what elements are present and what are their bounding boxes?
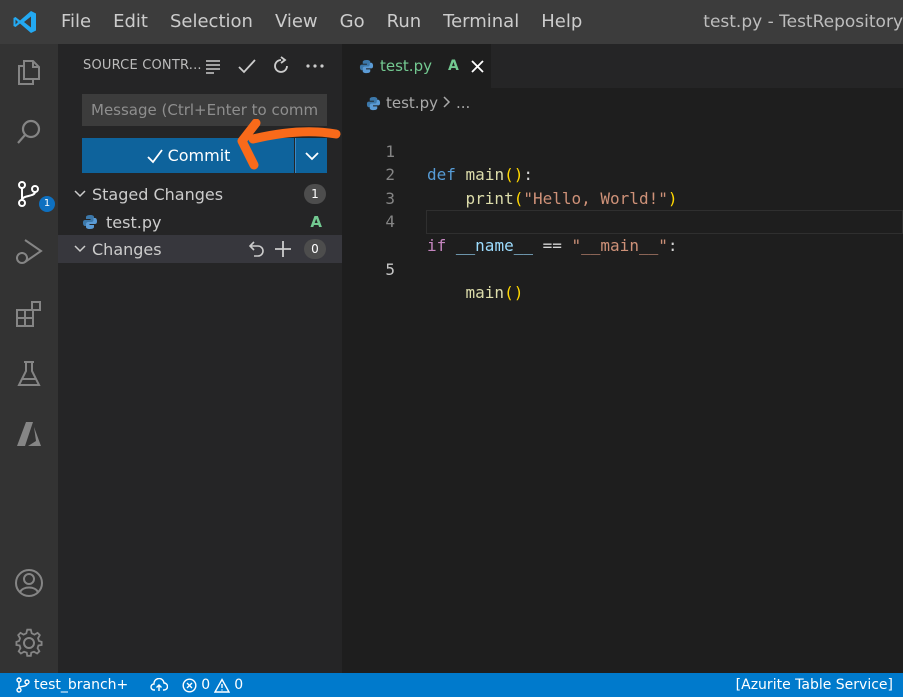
chevron-right-icon [443,94,451,112]
status-bar: test_branch+ 0 0 [Azurite Table Service] [0,673,903,697]
code-line: 3 [342,163,903,208]
activity-bar: 1 [0,44,58,673]
branch-name: test_branch+ [34,677,129,693]
azurite-table-service[interactable]: [Azurite Table Service] [736,673,893,697]
azure-icon[interactable] [11,416,47,452]
colon: : [667,235,678,255]
stage-all-plus-icon[interactable] [274,240,292,262]
code-line: 1 def main(): [342,116,903,185]
search-icon[interactable] [11,114,47,150]
error-icon [182,677,197,693]
staged-file-name: test.py [106,212,162,232]
staged-file-status: A [310,213,322,231]
tab-test-py[interactable]: test.py A [342,44,491,88]
breadcrumb-file[interactable]: test.py [386,94,438,112]
more-actions-icon[interactable] [302,53,328,79]
commit-check-icon[interactable] [234,53,260,79]
testing-flask-icon[interactable] [11,356,47,392]
staged-count-badge: 1 [304,184,326,204]
code-line: 4 if __name__ == "__main__": [342,187,903,255]
menu-help[interactable]: Help [530,0,593,44]
breadcrumb-symbol[interactable]: ... [456,94,470,112]
menu-terminal[interactable]: Terminal [432,0,530,44]
branch-icon [16,677,30,693]
editor-area: test.py A test.py ... 1 def main(): 2 pr… [342,44,903,673]
branch-status[interactable]: test_branch+ [16,677,128,693]
explorer-icon[interactable] [11,54,47,90]
title-bar: File Edit Selection View Go Run Terminal… [0,0,903,44]
menu-view[interactable]: View [264,0,329,44]
commit-button-label: Commit [167,146,231,165]
view-as-tree-icon[interactable] [200,53,226,79]
menu-selection[interactable]: Selection [159,0,264,44]
tab-bar: test.py A [342,44,903,88]
tab-label: test.py [380,57,432,75]
code-editor[interactable]: 1 def main(): 2 print("Hello, World!") 3… [342,116,903,302]
check-icon [146,148,163,163]
name-var: __name__ [455,235,533,255]
extensions-icon[interactable] [11,296,47,332]
source-control-icon[interactable]: 1 [11,176,55,212]
main-call: main [465,283,505,303]
tab-status: A [447,58,459,74]
error-count: 0 [201,677,211,693]
python-file-icon [366,96,381,111]
code-line: 2 print("Hello, World!") [342,140,903,208]
warning-icon [214,677,231,693]
close-icon[interactable] [471,59,484,73]
parens: () [504,283,524,303]
sidebar-title: SOURCE CONTR... [83,58,202,73]
sidebar-actions [200,44,328,88]
keyword-if: if [427,235,447,255]
vscode-logo-icon [0,0,50,44]
python-file-icon [359,59,374,74]
source-control-sidebar: SOURCE CONTR... Commit Staged Changes 1 [58,44,342,673]
chevron-down-icon [74,190,92,198]
menu-edit[interactable]: Edit [102,0,159,44]
menu-run[interactable]: Run [376,0,433,44]
window-title: test.py - TestRepository [703,12,903,32]
breadcrumb: test.py ... [366,93,470,113]
operator: == [542,235,562,255]
problems-status[interactable]: 0 0 [182,677,243,693]
warning-count: 0 [234,677,244,693]
discard-all-icon[interactable] [248,240,266,262]
changes-label: Changes [92,239,162,259]
chevron-down-icon [74,245,92,253]
menu-go[interactable]: Go [329,0,376,44]
changes-count-badge: 0 [304,239,326,259]
changes-header[interactable]: Changes 0 [58,235,342,263]
python-file-icon [82,214,98,230]
staged-file-row[interactable]: test.py A [58,208,342,236]
string-literal: "__main__" [571,235,668,255]
staged-changes-label: Staged Changes [92,184,224,204]
refresh-icon[interactable] [268,53,294,79]
line-number: 5 [385,259,395,279]
annotation-arrow-icon [237,119,341,170]
staged-changes-header[interactable]: Staged Changes 1 [58,180,342,208]
settings-gear-icon[interactable] [11,625,47,661]
scm-badge: 1 [39,196,55,212]
accounts-icon[interactable] [11,565,47,601]
run-debug-icon[interactable] [11,234,47,270]
current-line-highlight [426,210,903,235]
code-line-current: 5 main() [342,210,903,302]
sync-cloud-icon[interactable] [150,678,169,692]
menu-file[interactable]: File [50,0,102,44]
